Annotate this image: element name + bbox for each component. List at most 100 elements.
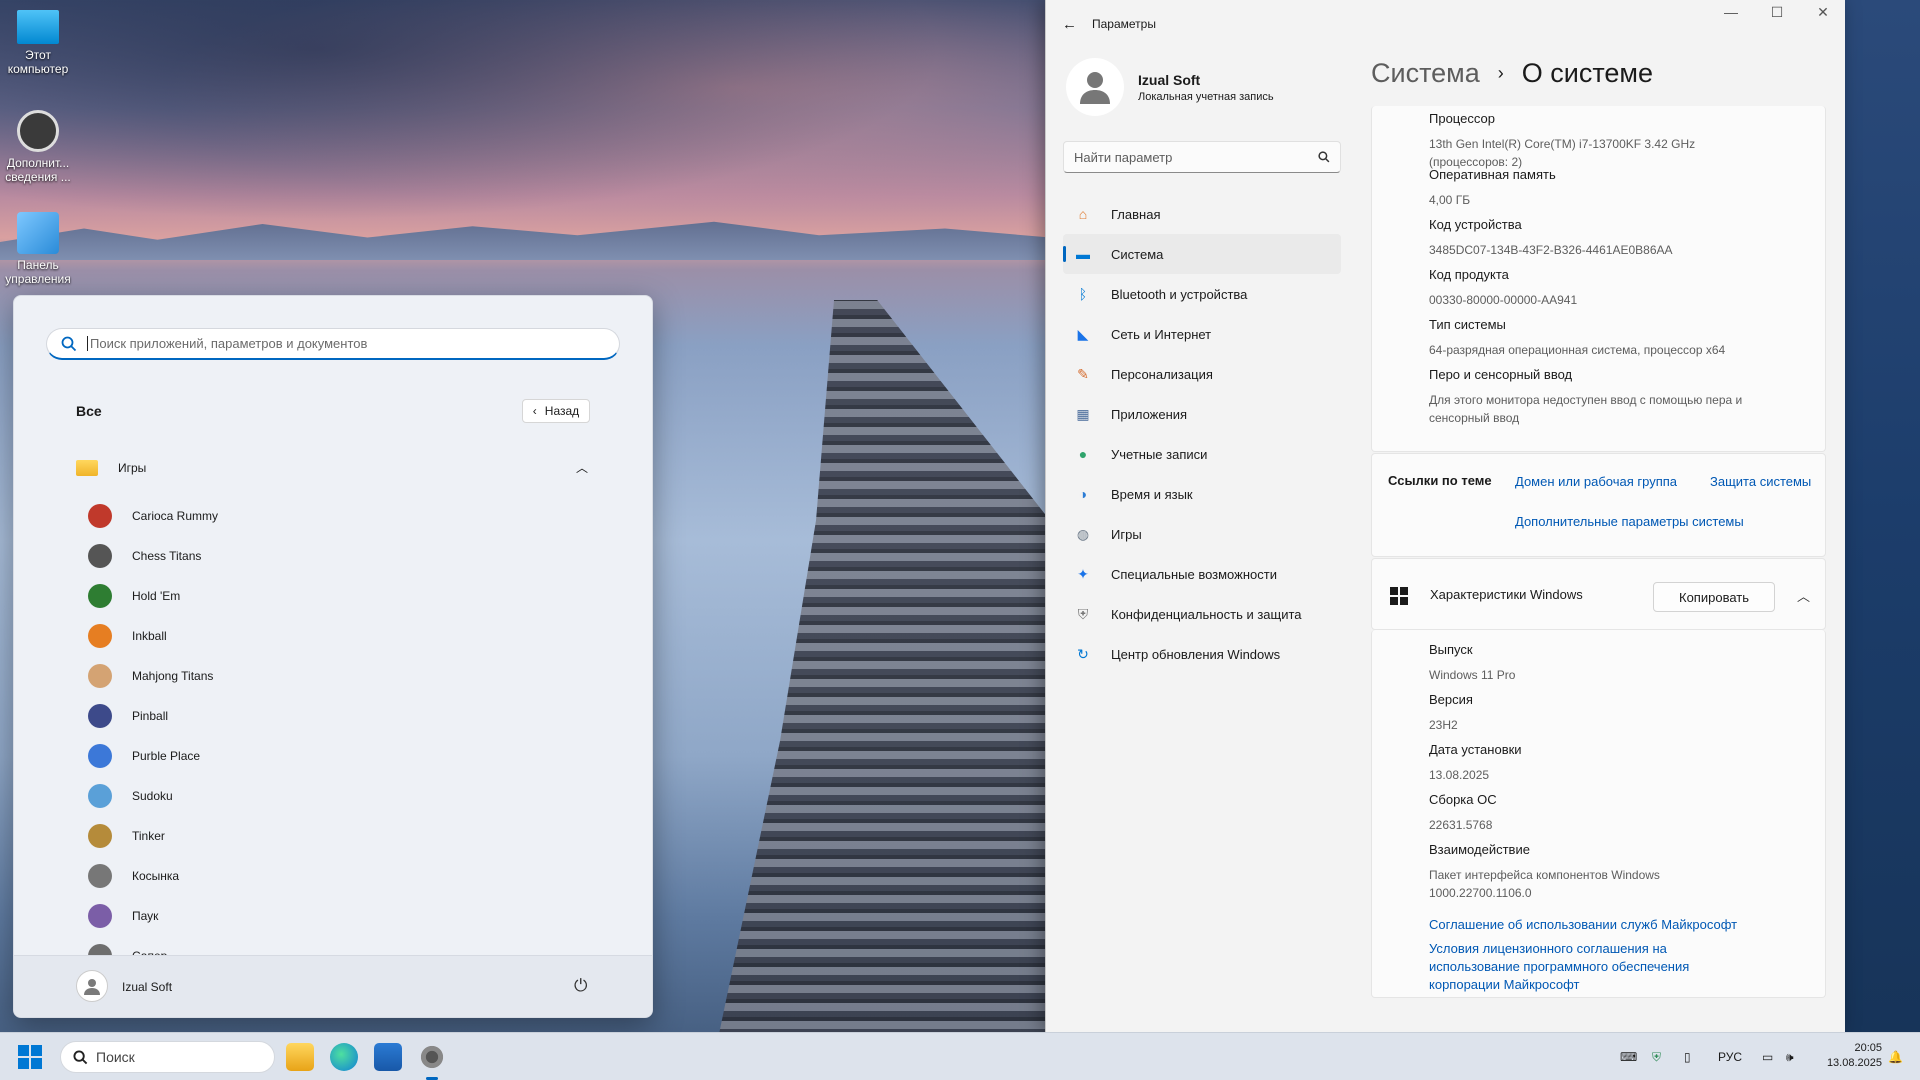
desktop-icon-control-panel[interactable]: Панель управления (0, 212, 76, 286)
file-explorer-icon[interactable] (286, 1043, 314, 1071)
brush-icon: ✎ (1077, 365, 1089, 382)
profile[interactable]: Izual Soft Локальная учетная запись (1066, 58, 1274, 116)
sidebar-item[interactable]: ▦ Приложения (1063, 394, 1341, 434)
games-folder[interactable]: Игры ︿ (76, 454, 606, 482)
notification-icon[interactable]: 🔔 (1888, 1033, 1903, 1080)
list-item[interactable]: Косынка (88, 856, 608, 896)
network-icon[interactable]: ▭ (1762, 1033, 1773, 1080)
link-services-agreement[interactable]: Соглашение об использовании служб Майкро… (1429, 916, 1809, 934)
list-item[interactable]: Sudoku (88, 776, 608, 816)
sidebar-item[interactable]: ⌂ Главная (1063, 194, 1341, 234)
list-item[interactable]: Purble Place (88, 736, 608, 776)
desktop-icon-label: Дополнит... сведения ... (5, 156, 71, 184)
taskbar-search[interactable]: Поиск (60, 1041, 275, 1073)
windows-specs-title: Характеристики Windows (1430, 587, 1583, 602)
start-button[interactable] (18, 1045, 42, 1069)
edge-icon[interactable] (330, 1043, 358, 1071)
list-item[interactable]: Carioca Rummy (88, 496, 608, 536)
spec-value[interactable]: 4,00 ГБ (1429, 191, 1789, 209)
sidebar-item[interactable]: ◣ Сеть и Интернет (1063, 314, 1341, 354)
search-icon (73, 1049, 88, 1064)
game-label: Inkball (132, 629, 167, 643)
page-title: О системе (1521, 58, 1653, 88)
sidebar-item[interactable]: ⛨ Конфиденциальность и защита (1063, 594, 1341, 634)
sidebar-item[interactable]: ● Учетные записи (1063, 434, 1341, 474)
game-label: Паук (132, 909, 159, 923)
language-indicator[interactable]: РУС (1718, 1033, 1742, 1080)
desktop-icon-extra-info[interactable]: Дополнит... сведения ... (0, 110, 76, 184)
defender-icon[interactable]: ⛨ (1652, 1033, 1661, 1080)
spec-value[interactable]: 3485DC07-134B-43F2-B326-4461AE0B86AA (1429, 241, 1789, 259)
settings-content: Процессор 13th Gen Intel(R) Core(TM) i7-1… (1371, 106, 1826, 1032)
link-license-terms[interactable]: Условия лицензионного соглашения на испо… (1429, 940, 1729, 994)
sidebar-item[interactable]: ▬ Система (1063, 234, 1341, 274)
link-advanced-system-settings[interactable]: Дополнительные параметры системы (1515, 514, 1744, 529)
sidebar-item-label: Сеть и Интернет (1111, 326, 1212, 342)
accessibility-icon: ✦ (1077, 565, 1089, 582)
list-item[interactable]: Hold 'Em (88, 576, 608, 616)
settings-nav: ⌂ Главная ▬ Система ᛒ Bluetooth и устройства ◣… (1063, 194, 1341, 674)
start-search-input[interactable]: Поиск приложений, параметров и документо… (46, 328, 620, 360)
sidebar-item[interactable]: ✎ Персонализация (1063, 354, 1341, 394)
desktop-icon-label: Панель управления (5, 258, 71, 286)
close-icon[interactable]: ✕ (1800, 4, 1846, 21)
game-label: Tinker (132, 829, 165, 843)
spec-value[interactable]: 13.08.2025 (1429, 766, 1789, 784)
spec-value[interactable]: Для этого монитора недоступен ввод с пом… (1429, 391, 1789, 427)
sidebar-item[interactable]: ◑ Время и язык (1063, 474, 1341, 514)
breadcrumb-parent[interactable]: Система (1371, 58, 1480, 89)
apps-icon: ▦ (1076, 405, 1090, 422)
clock-date: 13.08.2025 (1826, 1057, 1882, 1069)
list-item[interactable]: Mahjong Titans (88, 656, 608, 696)
spec-label: Сборка ОС (1429, 792, 1497, 807)
sidebar-item-label: Конфиденциальность и защита (1111, 606, 1302, 622)
link-domain-workgroup[interactable]: Домен или рабочая группа (1515, 474, 1677, 489)
list-item[interactable]: Pinball (88, 696, 608, 736)
settings-search-input[interactable]: Найти параметр (1063, 141, 1341, 173)
shield-icon: ⛨ (1077, 605, 1089, 622)
store-icon[interactable] (374, 1043, 402, 1071)
spec-label: Дата установки (1429, 742, 1522, 757)
sidebar-item[interactable]: ✦ Специальные возможности (1063, 554, 1341, 594)
chevron-up-icon[interactable]: ︿ (1797, 586, 1810, 605)
spec-value[interactable]: Пакет интерфейса компонентов Windows 100… (1429, 866, 1719, 902)
back-button[interactable]: ‹ Назад (522, 399, 590, 423)
spec-value[interactable]: Windows 11 Pro (1429, 666, 1789, 684)
spec-value[interactable]: 00330-80000-00000-AA941 (1429, 291, 1789, 309)
clock[interactable]: 20:05 13.08.2025 (1812, 1041, 1882, 1071)
chevron-up-icon[interactable]: ︿ (576, 459, 588, 476)
spec-value[interactable]: 13th Gen Intel(R) Core(TM) i7-13700KF 3.… (1429, 135, 1739, 171)
keyboard-icon[interactable]: ⌨ (1620, 1033, 1637, 1080)
copy-button[interactable]: Копировать (1653, 582, 1775, 612)
list-item[interactable]: Inkball (88, 616, 608, 656)
list-item[interactable]: Tinker (88, 816, 608, 856)
windows-logo-icon (1390, 587, 1408, 605)
profile-name: Izual Soft (1138, 71, 1201, 88)
usb-icon[interactable]: ▯ (1684, 1033, 1691, 1080)
power-icon[interactable]: ⏻ (574, 976, 587, 996)
desktop-icon-this-pc[interactable]: Этот компьютер (0, 10, 76, 76)
start-user-name[interactable]: Izual Soft (122, 980, 172, 994)
game-icon (88, 864, 112, 888)
spec-value[interactable]: 64-разрядная операционная система, проце… (1429, 341, 1789, 359)
chevron-left-icon: ‹ (532, 404, 537, 418)
game-icon (88, 504, 112, 528)
settings-gear-icon[interactable] (418, 1043, 446, 1071)
list-item[interactable]: Паук (88, 896, 608, 936)
sidebar-item[interactable]: ↻ Центр обновления Windows (1063, 634, 1341, 674)
sidebar-item-label: Игры (1111, 526, 1142, 542)
windows-specs-header[interactable]: Характеристики Windows Копировать ︿ (1371, 558, 1826, 630)
volume-icon[interactable]: 🕪 (1786, 1033, 1794, 1080)
spec-value[interactable]: 22631.5768 (1429, 816, 1789, 834)
sidebar-item[interactable]: ◍ Игры (1063, 514, 1341, 554)
minimize-icon[interactable]: — (1708, 4, 1754, 20)
sidebar-item-label: Главная (1111, 206, 1161, 222)
sidebar-item[interactable]: ᛒ Bluetooth и устройства (1063, 274, 1341, 314)
list-item[interactable]: Chess Titans (88, 536, 608, 576)
spec-value[interactable]: 23H2 (1429, 716, 1789, 734)
maximize-icon[interactable]: ☐ (1754, 4, 1800, 21)
back-arrow-icon[interactable]: ← (1062, 16, 1092, 33)
link-system-protection[interactable]: Защита системы (1710, 474, 1811, 489)
avatar[interactable] (76, 970, 108, 1002)
game-icon (88, 544, 112, 568)
